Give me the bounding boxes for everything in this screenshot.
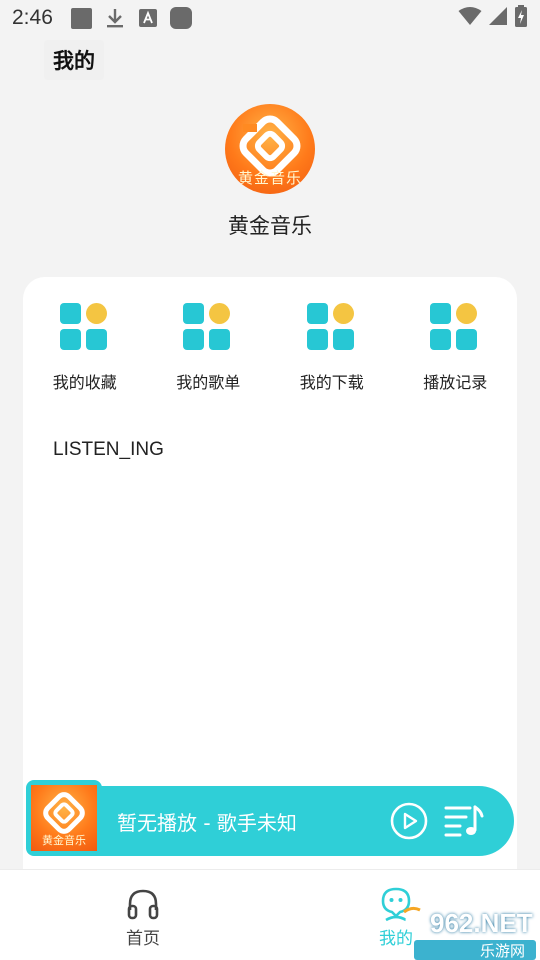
app-notification-icon [71, 7, 93, 29]
download-icon [104, 7, 126, 29]
player-cover[interactable]: 黄金音乐 [26, 780, 102, 856]
shortcut-grid: 我的收藏 我的歌单 我的下载 播放记录 [23, 303, 517, 393]
grid-icon [430, 303, 480, 353]
page-title: 我的 [44, 40, 104, 80]
playlist-button[interactable] [444, 802, 484, 840]
app-logo: 黄金音乐 [225, 104, 315, 194]
logo-text: 黄金音乐 [237, 169, 302, 187]
shortcut-playlists[interactable]: 我的歌单 [147, 303, 271, 393]
now-playing-text: 暂无播放 - 歌手未知 [117, 810, 297, 835]
tab-label: 首页 [126, 929, 160, 949]
wifi-icon [458, 6, 482, 30]
headphones-icon [127, 889, 159, 920]
playlist-icon [444, 805, 484, 837]
listening-section-label: LISTEN_ING [53, 439, 164, 460]
cell-signal-icon [488, 6, 508, 30]
watermark-sub: 乐游网 [480, 942, 526, 960]
shortcut-label: 我的下载 [299, 373, 364, 392]
grid-icon [183, 303, 233, 353]
shortcut-label: 播放记录 [423, 373, 488, 392]
grid-icon [59, 303, 110, 353]
site-watermark: 962.NET 乐游网 [400, 906, 540, 960]
tab-home[interactable]: 首页 [83, 870, 203, 960]
play-circle-icon [390, 802, 428, 840]
watermark-main: 962.NET [430, 908, 533, 938]
app-notification-icon [169, 7, 192, 29]
status-bar: 2:46 [0, 0, 540, 36]
grid-icon [306, 303, 357, 353]
cover-text: 黄金音乐 [42, 834, 86, 847]
shortcut-history[interactable]: 播放记录 [394, 303, 518, 393]
shortcut-label: 我的收藏 [52, 373, 117, 392]
shortcut-downloads[interactable]: 我的下载 [270, 303, 394, 393]
shortcut-favorites[interactable]: 我的收藏 [23, 303, 147, 393]
app-name: 黄金音乐 [228, 214, 312, 238]
shortcut-label: 我的歌单 [176, 373, 241, 392]
play-button[interactable] [390, 802, 428, 840]
font-a-icon [137, 7, 159, 29]
battery-charging-icon [514, 5, 528, 31]
mini-player[interactable]: 黄金音乐 暂无播放 - 歌手未知 [26, 780, 514, 856]
status-time: 2:46 [12, 6, 53, 29]
